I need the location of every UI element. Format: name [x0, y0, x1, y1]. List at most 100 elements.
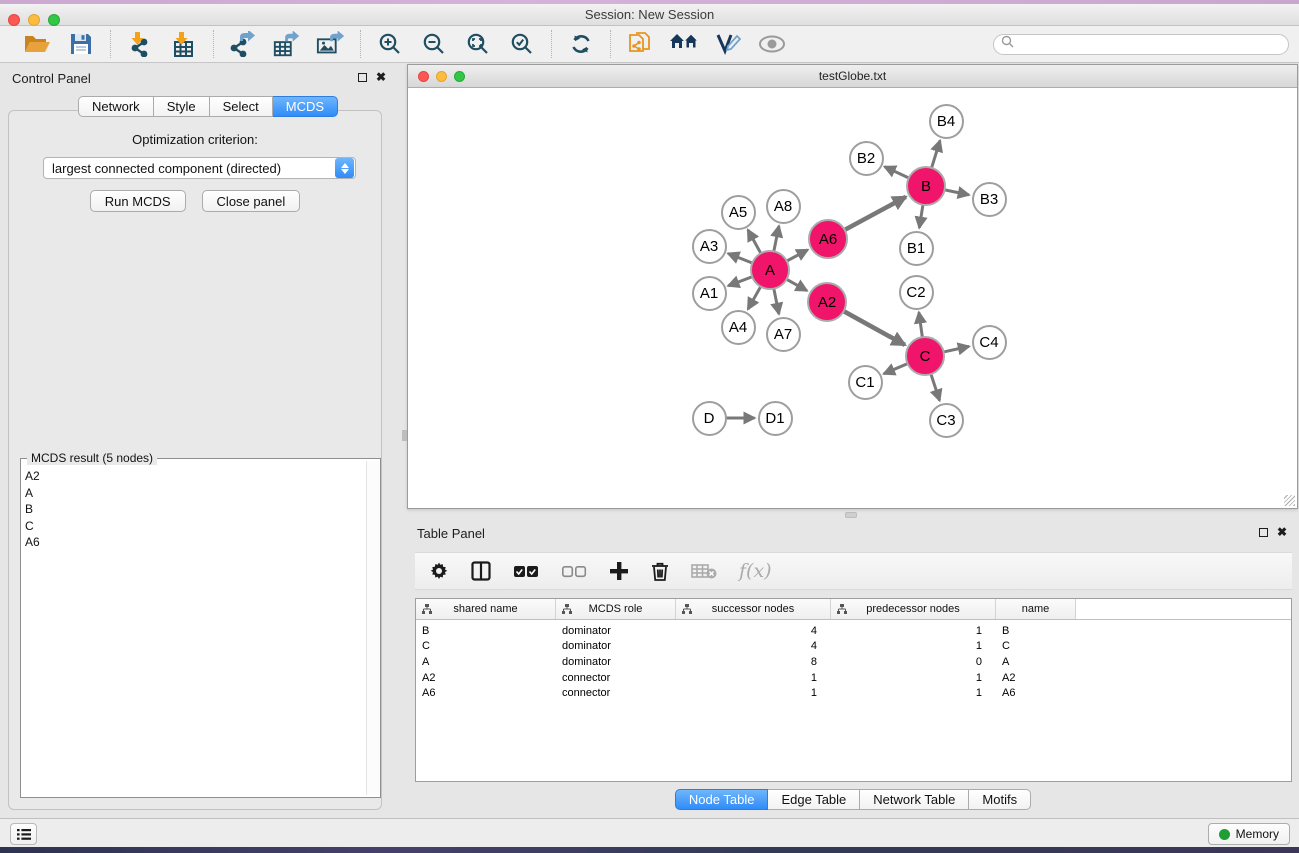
column-layout-icon[interactable]	[471, 557, 491, 585]
graph-edge-B-B4[interactable]	[931, 141, 940, 169]
graph-edge-A-A4[interactable]	[748, 286, 761, 309]
graph-edge-B-B3[interactable]	[944, 190, 969, 195]
graph-node-B[interactable]: B	[906, 166, 946, 206]
annotation-pen-icon[interactable]	[713, 30, 743, 58]
function-builder-icon[interactable]: f(x)	[739, 560, 772, 582]
mcds-result-item[interactable]: A	[25, 485, 364, 502]
graph-node-D[interactable]: D	[692, 401, 727, 436]
eye-icon[interactable]	[757, 30, 787, 58]
graph-edge-A2-C[interactable]	[843, 311, 905, 345]
control-panel-close-icon[interactable]: ✖	[376, 73, 386, 82]
graph-node-A3[interactable]: A3	[692, 229, 727, 264]
import-network-icon[interactable]	[125, 30, 155, 58]
tab-style[interactable]: Style	[154, 96, 210, 117]
tab-mcds[interactable]: MCDS	[273, 96, 338, 117]
table-panel-close-icon[interactable]: ✖	[1277, 528, 1287, 537]
graph-edge-A-A7[interactable]	[774, 288, 779, 314]
task-history-button[interactable]	[10, 823, 37, 845]
export-image-icon[interactable]	[316, 30, 346, 58]
network-close-button[interactable]	[418, 71, 429, 82]
column-header-predecessor-nodes[interactable]: predecessor nodes	[831, 599, 996, 619]
window-resize-grip[interactable]	[1284, 495, 1295, 506]
zoom-window-button[interactable]	[48, 14, 60, 26]
tab-network-table[interactable]: Network Table	[860, 789, 969, 810]
graph-node-B2[interactable]: B2	[849, 141, 884, 176]
graph-edge-C-C1[interactable]	[884, 363, 909, 374]
mcds-result-item[interactable]: A2	[25, 468, 364, 485]
graph-node-A1[interactable]: A1	[692, 276, 727, 311]
delete-column-icon[interactable]	[651, 557, 669, 585]
home-icon[interactable]	[669, 30, 699, 58]
table-row[interactable]: Adominator80A	[416, 654, 1291, 670]
zoom-selected-icon[interactable]	[507, 30, 537, 58]
result-scrollbar[interactable]	[366, 461, 380, 795]
select-all-rows-icon[interactable]	[513, 557, 539, 585]
zoom-in-icon[interactable]	[375, 30, 405, 58]
export-network-icon[interactable]	[228, 30, 258, 58]
minimize-window-button[interactable]	[28, 14, 40, 26]
zoom-fit-icon[interactable]	[463, 30, 493, 58]
graph-node-C[interactable]: C	[905, 336, 945, 376]
graph-edge-A-A8[interactable]	[774, 226, 779, 252]
zoom-out-icon[interactable]	[419, 30, 449, 58]
graph-node-C2[interactable]: C2	[899, 275, 934, 310]
graph-node-A8[interactable]: A8	[766, 189, 801, 224]
graph-edge-C-C4[interactable]	[943, 346, 969, 352]
column-header-shared-name[interactable]: shared name	[416, 599, 556, 619]
graph-node-B3[interactable]: B3	[972, 182, 1007, 217]
tab-select[interactable]: Select	[210, 96, 273, 117]
graph-node-C3[interactable]: C3	[929, 403, 964, 438]
table-row[interactable]: Bdominator41B	[416, 623, 1291, 639]
close-panel-button[interactable]: Close panel	[202, 190, 301, 212]
export-table-icon[interactable]	[272, 30, 302, 58]
criterion-dropdown[interactable]: largest connected component (directed)	[43, 157, 356, 179]
network-zoom-button[interactable]	[454, 71, 465, 82]
graph-node-C1[interactable]: C1	[848, 365, 883, 400]
search-input[interactable]	[1014, 36, 1288, 53]
graph-node-D1[interactable]: D1	[758, 401, 793, 436]
graph-node-A4[interactable]: A4	[721, 310, 756, 345]
tab-motifs[interactable]: Motifs	[969, 789, 1031, 810]
mcds-result-list[interactable]: A2ABCA6	[25, 468, 364, 795]
mcds-result-item[interactable]: B	[25, 501, 364, 518]
graph-edge-C-C2[interactable]	[919, 312, 923, 338]
table-panel-float-icon[interactable]	[1259, 528, 1268, 537]
graph-edge-A-A5[interactable]	[748, 230, 761, 254]
table-row[interactable]: A6connector11A6	[416, 685, 1291, 701]
open-file-icon[interactable]	[22, 30, 52, 58]
graph-edge-A-A1[interactable]	[728, 276, 753, 285]
graph-edge-A-A3[interactable]	[728, 254, 753, 264]
graph-node-A7[interactable]: A7	[766, 317, 801, 352]
network-minimize-button[interactable]	[436, 71, 447, 82]
control-panel-float-icon[interactable]	[358, 73, 367, 82]
graph-node-A5[interactable]: A5	[721, 195, 756, 230]
table-row[interactable]: Cdominator41C	[416, 639, 1291, 655]
refresh-icon[interactable]	[566, 30, 596, 58]
splitter-handle-left[interactable]	[402, 430, 407, 441]
column-header-MCDS-role[interactable]: MCDS role	[556, 599, 676, 619]
network-document-icon[interactable]	[625, 30, 655, 58]
column-header-name[interactable]: name	[996, 599, 1076, 619]
settings-gear-icon[interactable]	[429, 557, 449, 585]
graph-node-A6[interactable]: A6	[808, 219, 848, 259]
mcds-result-item[interactable]: A6	[25, 534, 364, 551]
graph-node-B1[interactable]: B1	[899, 231, 934, 266]
tab-node-table[interactable]: Node Table	[675, 789, 769, 810]
graph-node-C4[interactable]: C4	[972, 325, 1007, 360]
deselect-all-rows-icon[interactable]	[561, 557, 587, 585]
delete-table-icon[interactable]	[691, 557, 717, 585]
graph-edge-A6-B[interactable]	[844, 197, 906, 231]
network-window-titlebar[interactable]: testGlobe.txt	[408, 65, 1297, 88]
run-mcds-button[interactable]: Run MCDS	[90, 190, 186, 212]
graph-edge-B-B1[interactable]	[919, 204, 923, 228]
table-row[interactable]: A2connector11A2	[416, 670, 1291, 686]
graph-node-B4[interactable]: B4	[929, 104, 964, 139]
add-column-icon[interactable]	[609, 557, 629, 585]
mcds-result-item[interactable]: C	[25, 518, 364, 535]
column-header-successor-nodes[interactable]: successor nodes	[676, 599, 831, 619]
tab-network[interactable]: Network	[78, 96, 154, 117]
tab-edge-table[interactable]: Edge Table	[768, 789, 860, 810]
splitter-handle-bottom[interactable]	[845, 512, 857, 518]
save-session-icon[interactable]	[66, 30, 96, 58]
network-canvas[interactable]: AA1A2A3A4A5A6A7A8BB1B2B3B4CC1C2C3C4DD1	[408, 88, 1297, 508]
